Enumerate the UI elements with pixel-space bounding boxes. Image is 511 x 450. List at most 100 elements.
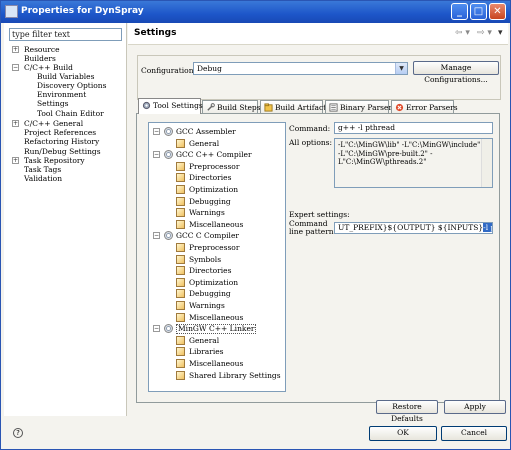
- all-options-label: All options:: [289, 138, 333, 147]
- close-button[interactable]: ✕: [489, 3, 506, 20]
- command-input[interactable]: g++ -l pthread: [334, 122, 493, 134]
- tool-node-label: Shared Library Settings: [189, 370, 281, 380]
- collapse-icon[interactable]: −: [153, 325, 160, 333]
- tool-option-node[interactable]: Debugging: [189, 289, 231, 299]
- tool-node[interactable]: MinGW C++ Linker: [176, 324, 257, 335]
- all-options-line: -L"C:\MinGW\pre-built.2" -: [338, 149, 433, 158]
- forward-arrow-icon[interactable]: ⇨ ▾: [477, 28, 492, 38]
- command-line-pattern-input[interactable]: UT_PREFIX}${OUTPUT} ${INPUTS}-l pthread: [334, 222, 493, 234]
- collapse-icon[interactable]: −: [12, 64, 19, 71]
- preference-tree-item[interactable]: Tool Chain Editor: [37, 109, 104, 119]
- expand-icon[interactable]: +: [12, 120, 19, 127]
- ok-button[interactable]: OK: [369, 426, 437, 441]
- collapse-icon[interactable]: −: [153, 232, 160, 240]
- page-header: Settings ⇦ ▾ ⇨ ▾ ▾: [128, 23, 508, 45]
- tree-item-label: C/C++ Build: [24, 63, 73, 72]
- tab-binary-parsers[interactable]: Binary Parsers: [325, 100, 396, 114]
- option-page-icon: [176, 138, 185, 148]
- tool-node-label: GCC C++ Compiler: [176, 150, 252, 160]
- tool-node-label: Warnings: [189, 301, 225, 310]
- configuration-value: Debug: [197, 64, 222, 73]
- maximize-button[interactable]: □: [470, 3, 487, 20]
- tool-node[interactable]: GCC C Compiler: [176, 231, 239, 241]
- back-arrow-icon[interactable]: ⇦ ▾: [455, 28, 470, 38]
- tab-label: Binary Parsers: [340, 103, 396, 112]
- tool-option-node[interactable]: Directories: [189, 266, 231, 276]
- option-page-icon: [176, 173, 185, 183]
- tool-option-node[interactable]: Shared Library Settings: [189, 371, 281, 381]
- all-options-textarea[interactable]: -L"C:\MinGW\lib" -L"C:\MinGW\include" -L…: [334, 138, 493, 188]
- tab-error-parsers[interactable]: Error Parsers: [391, 100, 458, 114]
- tab-build-artifact[interactable]: Build Artifact: [260, 100, 327, 114]
- tool-option-node[interactable]: Warnings: [189, 208, 225, 218]
- tool-option-node[interactable]: Directories: [189, 173, 231, 183]
- preference-tree-item[interactable]: Refactoring History: [24, 137, 99, 147]
- binary-icon: [329, 103, 338, 112]
- tool-option-node[interactable]: General: [189, 139, 219, 149]
- tool-option-node[interactable]: Debugging: [189, 197, 231, 207]
- tool-node-label: Debugging: [189, 196, 231, 206]
- pattern-text: UT_PREFIX}${OUTPUT} ${INPUTS}: [338, 223, 484, 232]
- tool-node[interactable]: GCC C++ Compiler: [176, 150, 252, 160]
- tree-item-label: Refactoring History: [24, 137, 100, 146]
- tab-label: Error Parsers: [406, 103, 458, 112]
- chevron-down-icon: ▼: [395, 63, 407, 74]
- tool-node-label: GCC C Compiler: [176, 231, 239, 241]
- tool-option-node[interactable]: Miscellaneous: [189, 220, 243, 230]
- tree-item-label: Settings: [37, 99, 69, 108]
- preference-tree-pane: type filter text Resource + Builders C/C++ …: [4, 23, 127, 416]
- minimize-button[interactable]: _: [451, 3, 468, 20]
- manage-configurations-button[interactable]: Manage Configurations...: [413, 61, 499, 84]
- tool-option-node[interactable]: Warnings: [189, 301, 225, 311]
- filter-input[interactable]: type filter text: [9, 28, 122, 41]
- error-icon: [395, 103, 404, 112]
- artifact-icon: [264, 103, 273, 112]
- tool-node-label: Libraries: [189, 347, 224, 357]
- expand-icon[interactable]: +: [12, 157, 19, 164]
- chevron-down-icon[interactable]: ▾: [498, 28, 503, 38]
- tool-option-node[interactable]: Miscellaneous: [189, 359, 243, 369]
- tool-option-node[interactable]: Preprocessor: [189, 162, 239, 172]
- gear-icon: [142, 101, 151, 110]
- tree-item-label: Build Variables: [37, 72, 95, 81]
- configuration-select[interactable]: Debug ▼: [193, 62, 408, 75]
- tool-node[interactable]: GCC Assembler: [176, 127, 236, 137]
- option-page-icon: [176, 254, 185, 264]
- tab-label: Build Artifact: [275, 103, 327, 112]
- collapse-icon[interactable]: −: [153, 128, 160, 135]
- tool-node-label: Preprocessor: [189, 243, 240, 252]
- window-title: Properties for DynSpray: [21, 6, 144, 16]
- option-page-icon: [176, 335, 185, 345]
- tool-settings-panel: − GCC Assembler General − GCC C++ Compiler Pr…: [136, 113, 500, 403]
- tool-tree: − GCC Assembler General − GCC C++ Compiler Pr…: [148, 122, 286, 392]
- title-bar[interactable]: Properties for DynSpray _ □ ✕: [1, 1, 510, 23]
- vertical-scrollbar[interactable]: [481, 139, 492, 187]
- option-page-icon: [176, 359, 185, 368]
- tool-node-label: Optimization: [189, 185, 239, 194]
- option-page-icon: [176, 266, 185, 276]
- tree-item-label: Resource: [24, 45, 60, 54]
- tab-build-steps[interactable]: Build Steps: [202, 100, 261, 114]
- tool-option-node[interactable]: General: [189, 336, 219, 346]
- apply-button[interactable]: Apply: [444, 400, 506, 414]
- properties-dialog: Properties for DynSpray _ □ ✕ type filte…: [0, 0, 511, 450]
- expand-icon[interactable]: +: [12, 46, 19, 53]
- tool-node-label: Symbols: [189, 254, 222, 264]
- preference-tree-item[interactable]: Validation: [24, 174, 62, 184]
- cancel-button[interactable]: Cancel: [441, 426, 507, 441]
- tool-option-node[interactable]: Preprocessor: [189, 243, 239, 253]
- restore-defaults-button[interactable]: Restore Defaults: [376, 400, 438, 423]
- tree-item-label: Validation: [24, 174, 63, 183]
- tool-option-node[interactable]: Libraries: [189, 347, 224, 357]
- preference-tree-item[interactable]: Settings: [37, 99, 68, 109]
- tab-tool-settings[interactable]: Tool Settings: [138, 98, 203, 114]
- tool-option-node[interactable]: Miscellaneous: [189, 313, 243, 323]
- tool-option-node[interactable]: Optimization: [189, 185, 238, 195]
- tool-option-node[interactable]: Symbols: [189, 255, 221, 265]
- tool-option-node[interactable]: Optimization: [189, 278, 238, 288]
- settings-page: Settings ⇦ ▾ ⇨ ▾ ▾ Configuration: Debug …: [128, 23, 508, 423]
- help-icon[interactable]: ?: [13, 428, 23, 438]
- collapse-icon[interactable]: −: [153, 151, 160, 159]
- tool-node-label: Directories: [189, 266, 232, 276]
- option-page-icon: [176, 185, 185, 194]
